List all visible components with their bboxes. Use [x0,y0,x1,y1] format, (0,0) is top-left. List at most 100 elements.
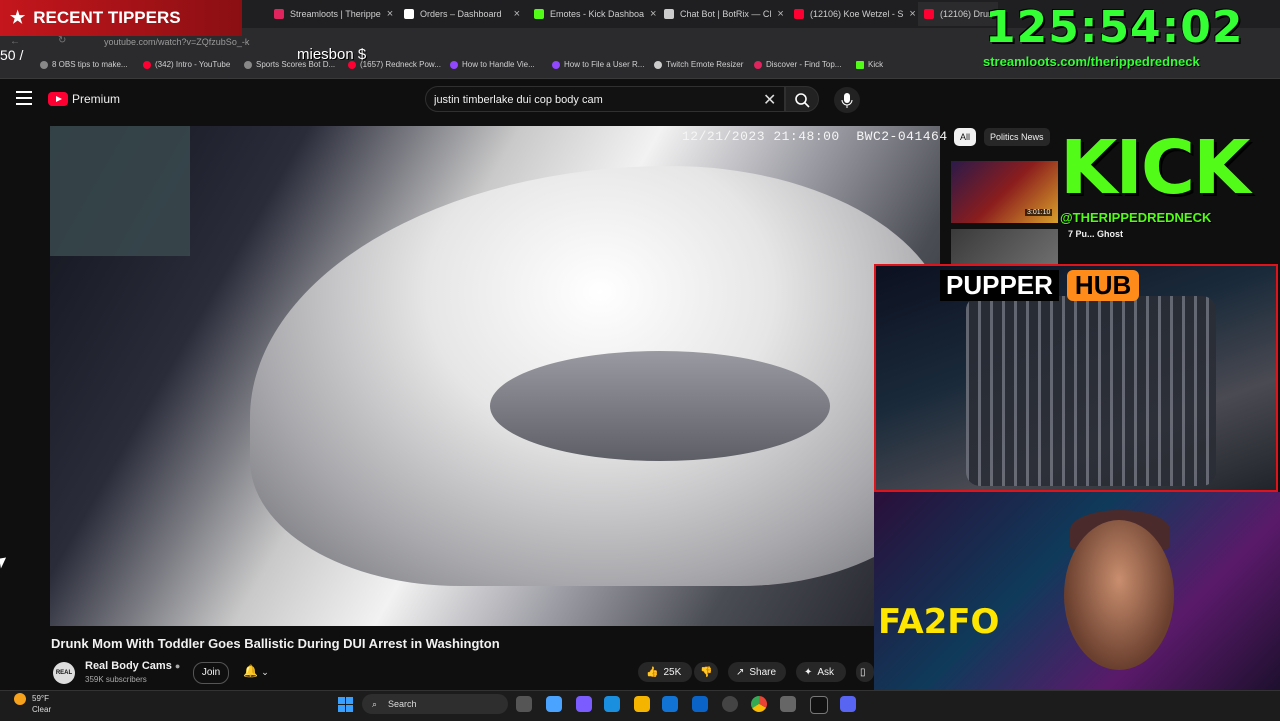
like-count: 25K [663,666,682,678]
tab-label: Emotes - Kick Dashboa [550,9,645,19]
bookmark-label: Discover - Find Top... [766,60,842,69]
share-label: Share [749,666,777,678]
twitch-icon [552,60,560,69]
ask-button[interactable]: ✦ Ask [796,662,846,682]
camera-id-text: BWC2-041464 [856,129,948,144]
weather-sun-icon [14,693,26,705]
weather-widget[interactable]: 59°F Clear [14,693,51,714]
tab-label: (12106) Koe Wetzel - S [810,9,904,19]
temperature: 59°F [32,694,49,704]
terminal-icon[interactable] [810,696,828,714]
kick-logo: KICK [1060,125,1251,211]
bookmark-icon [244,60,252,69]
bookmark-item[interactable]: How to Handle Vie... [450,60,535,69]
botrix-icon [664,9,674,19]
bookmark-icon [40,60,48,69]
youtube-logo[interactable]: Premium [48,91,120,107]
task-view-icon[interactable] [516,696,532,712]
teams-icon[interactable] [576,696,592,712]
url-field[interactable]: youtube.com/watch?v=ZQfzubSo_-k [80,34,864,50]
notification-bell-button[interactable]: 🔔 ⌄ [243,664,269,678]
search-input[interactable] [426,87,756,113]
bookmark-icon [754,60,762,69]
share-button[interactable]: ↗ Share [728,662,786,682]
recommendation-title[interactable]: 7 Pu... Ghost [1068,229,1128,239]
back-icon[interactable]: ← [10,36,20,47]
sparkle-icon: ✦ [804,666,813,678]
channel-avatar[interactable]: REAL [53,662,75,684]
tip-ticker-partial: 50 / [0,47,24,63]
outlook-icon[interactable] [692,696,708,712]
channel-name[interactable]: Real Body Cams ● [85,660,180,672]
dislike-button[interactable]: 👎 [694,662,718,682]
thumbs-up-icon: 👍 [646,666,659,678]
timestamp-text: 12/21/2023 21:48:00 [682,129,840,144]
clear-search-icon[interactable]: ✕ [763,90,776,110]
app-icon[interactable] [780,696,796,712]
bookmark-label: (342) Intro - YouTube [155,60,231,69]
bookmark-label: Kick [868,60,884,69]
edge-icon[interactable] [604,696,620,712]
like-button[interactable]: 👍 25K [638,662,692,682]
recommendation-thumbnail[interactable] [951,229,1058,269]
close-tab-icon[interactable]: × [514,8,520,20]
bodycam-timestamp: 12/21/2023 21:48:00 BWC2-041464 [682,129,948,144]
chip-politics-news[interactable]: Politics News [984,128,1050,146]
browser-tab[interactable]: Streamloots | Therippe × [268,2,396,26]
bell-icon: 🔔 [243,664,258,678]
bookmark-item[interactable]: Twitch Emote Resizer [654,60,743,69]
browser-tab[interactable]: Emotes - Kick Dashboa × [528,2,656,26]
microphone-icon [841,93,853,108]
video-frame-person [50,126,190,256]
bookmark-icon [654,60,662,69]
bookmark-label: Twitch Emote Resizer [666,60,744,69]
close-tab-icon[interactable]: × [650,8,656,20]
tab-label: Streamloots | Therippe [290,9,381,19]
menu-icon[interactable] [16,91,32,105]
dashboard-icon [404,9,414,19]
ask-label: Ask [817,666,835,678]
obs-icon[interactable] [722,696,738,712]
search-box [425,86,785,113]
bookmark-item[interactable]: Discover - Find Top... [754,60,841,69]
bookmark-item[interactable]: How to File a User R... [552,60,644,69]
bookmark-item[interactable]: Kick [856,60,883,69]
chrome-icon[interactable] [751,696,767,712]
bookmark-item[interactable]: (342) Intro - YouTube [143,60,230,69]
join-button[interactable]: Join [193,662,229,684]
close-tab-icon[interactable]: × [777,8,783,20]
channel-name-text: Real Body Cams [85,660,172,672]
search-button[interactable] [785,86,819,112]
chip-all[interactable]: All [954,128,977,146]
file-explorer-icon[interactable] [634,696,650,712]
taskbar-search-label: Search [388,699,417,709]
close-tab-icon[interactable]: × [909,8,915,20]
store-icon[interactable] [662,696,678,712]
pupper-label: PUPPER [940,270,1059,301]
reload-icon[interactable]: ↻ [58,35,66,46]
kick-handle: @THERIPPEDREDNECK [1060,210,1212,225]
star-icon: ★ [10,8,26,27]
tip-ticker-name: miesbon $ [297,46,367,63]
thumbs-down-icon: 👎 [700,666,713,678]
video-player[interactable] [50,126,940,626]
taskbar-search[interactable]: ⌕ Search [362,694,508,714]
start-button[interactable] [338,697,353,712]
youtube-play-icon [48,92,68,106]
youtube-icon [794,9,804,19]
browser-tab[interactable]: Orders – Dashboard × [398,2,526,26]
copilot-icon[interactable] [546,696,562,712]
close-tab-icon[interactable]: × [387,8,393,20]
subathon-timer: 125:54:02 [985,2,1244,53]
browser-tab[interactable]: (12106) Koe Wetzel - S × [788,2,916,26]
premium-label: Premium [72,92,121,106]
bookmark-item[interactable]: 8 OBS tips to make... [40,60,128,69]
discord-icon[interactable] [840,696,856,712]
kick-icon [856,60,864,69]
weather-condition: Clear [32,705,52,714]
video-duration: 3:01:10 [1025,209,1053,216]
browser-tab[interactable]: Chat Bot | BotRix — Cl × [658,2,786,26]
save-button[interactable]: ▯ [856,662,874,682]
streamloots-icon [274,9,284,19]
voice-search-button[interactable] [834,87,860,113]
